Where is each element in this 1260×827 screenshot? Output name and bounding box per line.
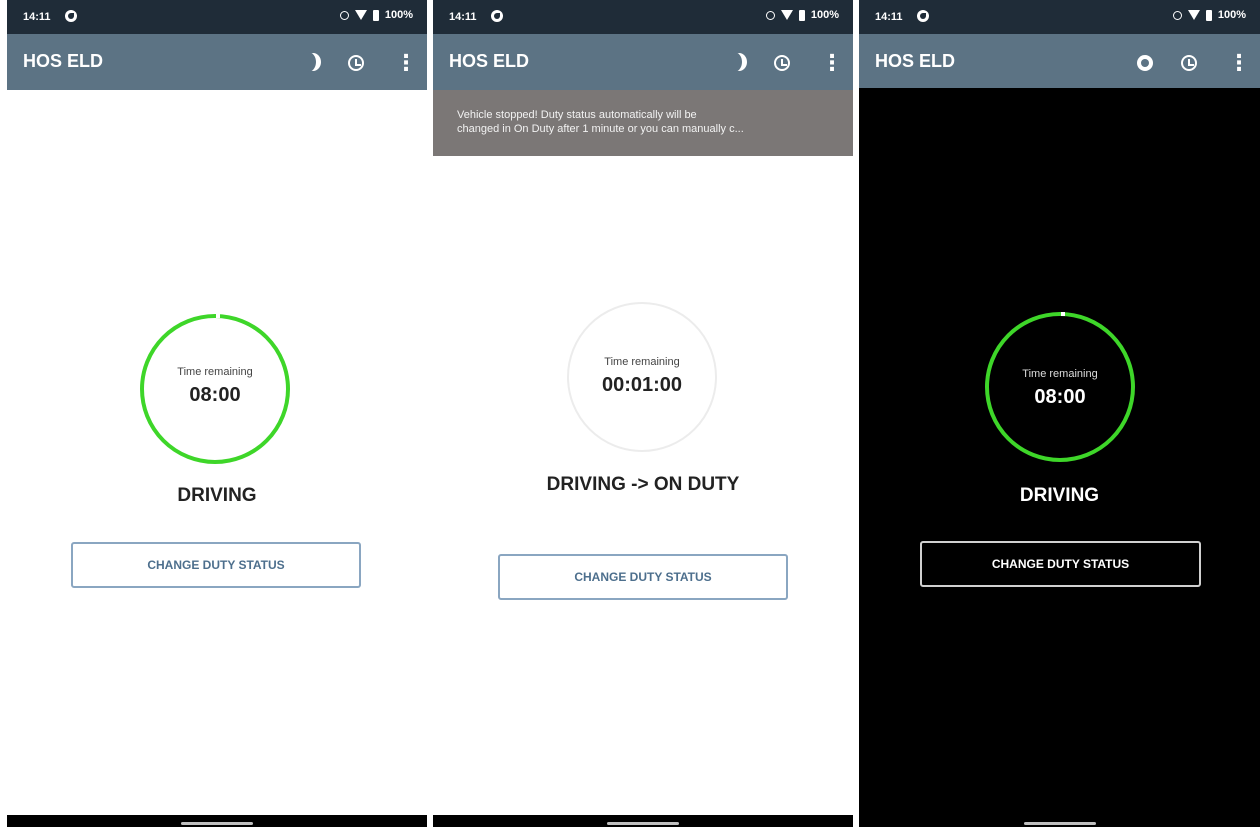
duty-status-text: DRIVING — [1019, 485, 1100, 506]
sync-icon — [1172, 10, 1182, 20]
moon-icon[interactable] — [725, 50, 751, 76]
alarm-icon[interactable] — [1176, 50, 1202, 76]
app-bar-actions — [281, 50, 417, 76]
app-title: HOS ELD — [23, 51, 104, 71]
change-duty-status-button[interactable]: CHANGE DUTY STATUS — [920, 541, 1201, 587]
more-options-icon[interactable] — [813, 50, 843, 76]
status-time: 14:11 — [449, 11, 477, 23]
navigation-bar — [859, 815, 1260, 827]
sync-icon — [765, 10, 775, 20]
time-remaining-ring: Time remaining 00:01:00 — [567, 302, 717, 452]
phone-screen-dark: 14:11 100% HOS ELD Time remaining 08:00 … — [859, 0, 1260, 827]
notification-app-icon — [491, 10, 503, 22]
ring-progress-marker — [216, 314, 220, 318]
time-remaining-ring: Time remaining 08:00 — [140, 314, 290, 464]
change-duty-status-button[interactable]: CHANGE DUTY STATUS — [71, 542, 361, 588]
more-options-icon[interactable] — [387, 50, 417, 76]
app-title: HOS ELD — [875, 51, 956, 71]
ring-progress-marker — [1061, 312, 1065, 316]
battery-level: 100% — [384, 9, 413, 21]
status-time: 14:11 — [23, 11, 51, 23]
sun-icon[interactable] — [1132, 50, 1158, 76]
battery-icon — [372, 9, 379, 21]
wifi-icon — [780, 10, 793, 20]
time-remaining-value: 08:00 — [189, 384, 241, 406]
change-duty-status-button[interactable]: CHANGE DUTY STATUS — [498, 554, 788, 600]
home-handle[interactable] — [607, 822, 679, 825]
status-indicators: 100% — [765, 9, 839, 21]
alarm-icon[interactable] — [769, 50, 795, 76]
battery-level: 100% — [1217, 9, 1246, 21]
phone-screen-light: 14:11 100% HOS ELD Time remaining 08:00 … — [7, 0, 427, 827]
status-bar: 14:11 100% — [859, 0, 1260, 34]
battery-icon — [798, 9, 805, 21]
moon-icon[interactable] — [299, 50, 325, 76]
home-handle[interactable] — [181, 822, 253, 825]
battery-icon — [1205, 9, 1212, 21]
duty-status-text: DRIVING -> ON DUTY — [546, 474, 740, 495]
app-bar: HOS ELD — [7, 34, 427, 90]
status-bar: 14:11 100% — [433, 0, 853, 34]
battery-level: 100% — [810, 9, 839, 21]
app-title: HOS ELD — [449, 51, 530, 71]
time-remaining-label: Time remaining — [604, 356, 680, 368]
alarm-icon[interactable] — [343, 50, 369, 76]
sync-icon — [339, 10, 349, 20]
app-bar-actions — [707, 50, 843, 76]
status-indicators: 100% — [339, 9, 413, 21]
navigation-bar — [7, 815, 427, 827]
status-indicators: 100% — [1172, 9, 1246, 21]
duty-status-text: DRIVING — [177, 485, 257, 506]
wifi-icon — [1187, 10, 1200, 20]
navigation-bar — [433, 815, 853, 827]
status-time: 14:11 — [875, 11, 903, 23]
app-bar: HOS ELD — [433, 34, 853, 90]
phone-screen-vehicle-stopped: 14:11 100% HOS ELD Vehicle stopped! Duty… — [433, 0, 853, 827]
app-bar-actions — [1114, 50, 1250, 76]
vehicle-stopped-banner[interactable]: Vehicle stopped! Duty status automatical… — [433, 90, 853, 156]
notification-app-icon — [65, 10, 77, 22]
app-bar: HOS ELD — [859, 34, 1260, 88]
time-remaining-value: 08:00 — [1034, 386, 1086, 408]
status-bar: 14:11 100% — [7, 0, 427, 34]
time-remaining-label: Time remaining — [1022, 368, 1098, 380]
home-handle[interactable] — [1023, 822, 1096, 825]
wifi-icon — [354, 10, 367, 20]
more-options-icon[interactable] — [1220, 50, 1250, 76]
time-remaining-label: Time remaining — [177, 366, 253, 378]
time-remaining-value: 00:01:00 — [601, 374, 683, 396]
notification-app-icon — [917, 10, 929, 22]
time-remaining-ring: Time remaining 08:00 — [985, 312, 1135, 462]
